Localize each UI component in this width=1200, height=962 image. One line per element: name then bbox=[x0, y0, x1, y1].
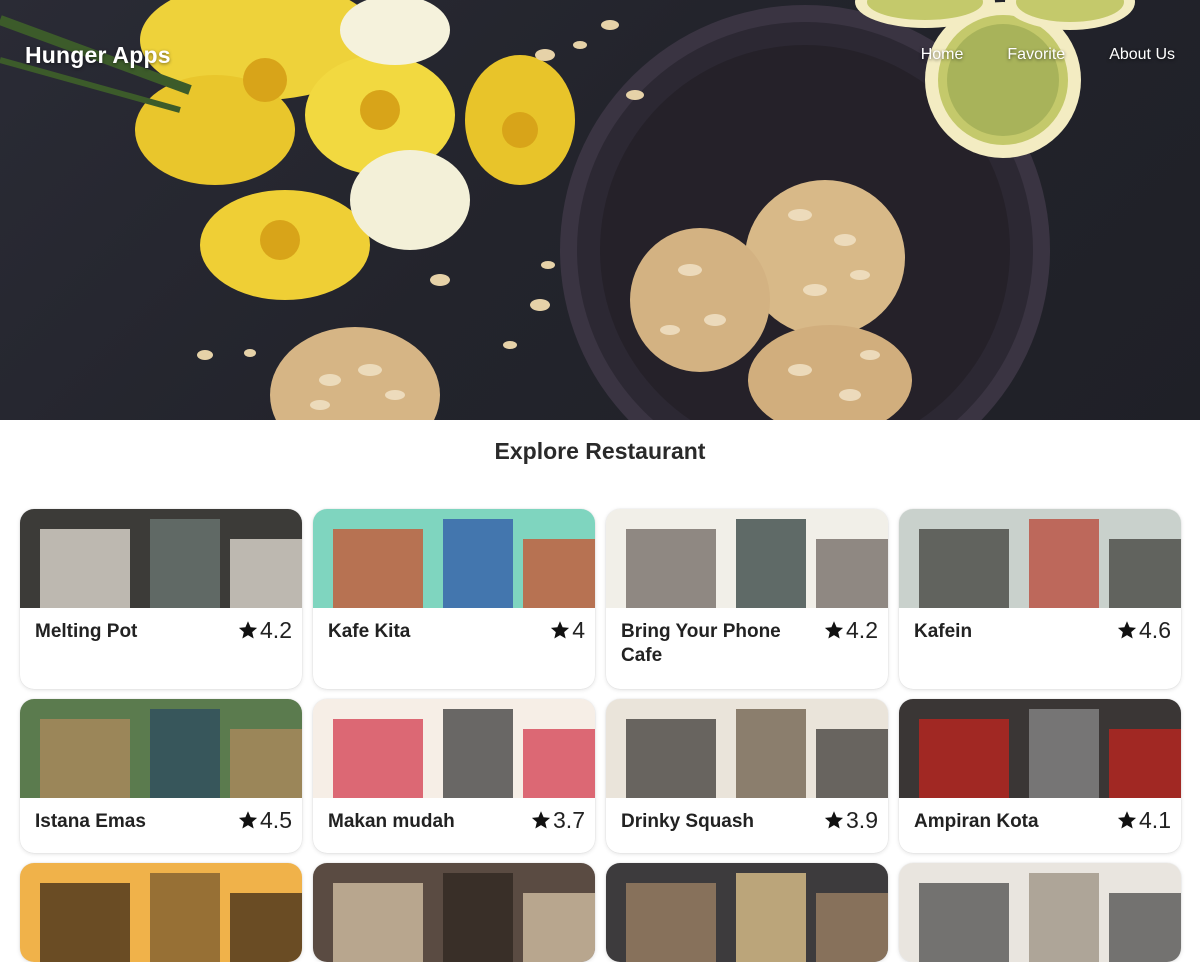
outdoor-terrace-photo bbox=[20, 699, 302, 798]
rating-value: 3.7 bbox=[553, 807, 585, 833]
restaurant-card[interactable] bbox=[899, 863, 1181, 962]
card-body: Bring Your Phone Cafe 4.2 bbox=[606, 608, 888, 689]
restaurant-name: Makan mudah bbox=[328, 811, 455, 832]
london-street-photo bbox=[899, 699, 1181, 798]
restaurant-rating: 3.7 bbox=[531, 808, 585, 832]
navbar: Hunger Apps Home Favorite About Us bbox=[0, 0, 1200, 110]
restaurant-card[interactable]: Ampiran Kota 4.1 bbox=[899, 699, 1181, 853]
restaurant-rating: 4.5 bbox=[238, 808, 292, 832]
restaurant-rating: 4.1 bbox=[1117, 808, 1171, 832]
restaurant-card[interactable] bbox=[20, 863, 302, 962]
restaurant-card[interactable]: Bring Your Phone Cafe 4.2 bbox=[606, 509, 888, 689]
rating-value: 4.2 bbox=[260, 617, 292, 643]
restaurant-name: Melting Pot bbox=[35, 621, 138, 642]
card-body: Istana Emas 4.5 bbox=[20, 798, 302, 853]
restaurant-card[interactable]: Drinky Squash 3.9 bbox=[606, 699, 888, 853]
nav-links: Home Favorite About Us bbox=[877, 38, 1175, 72]
market-street-photo bbox=[899, 863, 1181, 962]
brand-logo[interactable]: Hunger Apps bbox=[25, 42, 171, 69]
star-icon bbox=[1117, 621, 1137, 639]
cafe-counter-photo bbox=[20, 509, 302, 608]
section-title: Explore Restaurant bbox=[494, 438, 706, 464]
star-icon bbox=[551, 621, 570, 639]
restaurant-grid: Melting Pot 4.2 Kafe Kita 4 Bring Your Phone… bbox=[20, 509, 1181, 962]
colorful-storefront-photo bbox=[313, 509, 595, 608]
restaurant-name: Ampiran Kota bbox=[914, 811, 1039, 832]
restaurant-name: Istana Emas bbox=[35, 811, 146, 832]
restaurant-card[interactable]: Makan mudah 3.7 bbox=[313, 699, 595, 853]
night-restaurant-photo bbox=[606, 863, 888, 962]
striped-awning-photo bbox=[313, 699, 595, 798]
card-body: Kafein 4.6 bbox=[899, 608, 1181, 689]
greenhouse-table-photo bbox=[899, 509, 1181, 608]
rating-value: 4.2 bbox=[846, 617, 878, 643]
kitchen-chefs-photo bbox=[313, 863, 595, 962]
card-body: Makan mudah 3.7 bbox=[313, 798, 595, 853]
restaurant-name: Kafe Kita bbox=[328, 621, 411, 642]
restaurant-name: Kafein bbox=[914, 621, 973, 642]
coffee-bar-photo bbox=[606, 699, 888, 798]
restaurant-rating: 4.6 bbox=[1117, 618, 1171, 642]
restaurant-name: Drinky Squash bbox=[621, 811, 755, 832]
card-body: Melting Pot 4.2 bbox=[20, 608, 302, 689]
restaurant-rating: 4.2 bbox=[238, 618, 292, 642]
star-icon bbox=[824, 621, 844, 639]
restaurant-rating: 3.9 bbox=[824, 808, 878, 832]
card-body: Drinky Squash 3.9 bbox=[606, 798, 888, 853]
rating-value: 3.9 bbox=[846, 807, 878, 833]
restaurant-card[interactable] bbox=[313, 863, 595, 962]
rating-value: 4.1 bbox=[1139, 807, 1171, 833]
restaurant-rating: 4 bbox=[550, 618, 585, 642]
nav-link-home[interactable]: Home bbox=[921, 38, 964, 72]
star-icon bbox=[1117, 811, 1137, 829]
nav-link-about-us[interactable]: About Us bbox=[1109, 38, 1175, 72]
restaurant-card[interactable] bbox=[606, 863, 888, 962]
star-icon bbox=[824, 811, 844, 829]
restaurant-name: Bring Your Phone Cafe bbox=[621, 621, 781, 666]
card-body: Ampiran Kota 4.1 bbox=[899, 798, 1181, 853]
rating-value: 4 bbox=[572, 617, 585, 643]
restaurant-card[interactable]: Istana Emas 4.5 bbox=[20, 699, 302, 853]
star-icon bbox=[531, 811, 551, 829]
rating-value: 4.5 bbox=[260, 807, 292, 833]
bar-interior-photo bbox=[20, 863, 302, 962]
restaurant-card[interactable]: Melting Pot 4.2 bbox=[20, 509, 302, 689]
restaurant-rating: 4.2 bbox=[824, 618, 878, 642]
hero: Hunger Apps Home Favorite About Us bbox=[0, 0, 1200, 420]
restaurant-card[interactable]: Kafein 4.6 bbox=[899, 509, 1181, 689]
rating-value: 4.6 bbox=[1139, 617, 1171, 643]
card-body: Kafe Kita 4 bbox=[313, 608, 595, 689]
nav-link-favorite[interactable]: Favorite bbox=[1007, 38, 1065, 72]
star-icon bbox=[238, 621, 258, 639]
star-icon bbox=[238, 811, 258, 829]
restaurant-card[interactable]: Kafe Kita 4 bbox=[313, 509, 595, 689]
cafe-window-photo bbox=[606, 509, 888, 608]
